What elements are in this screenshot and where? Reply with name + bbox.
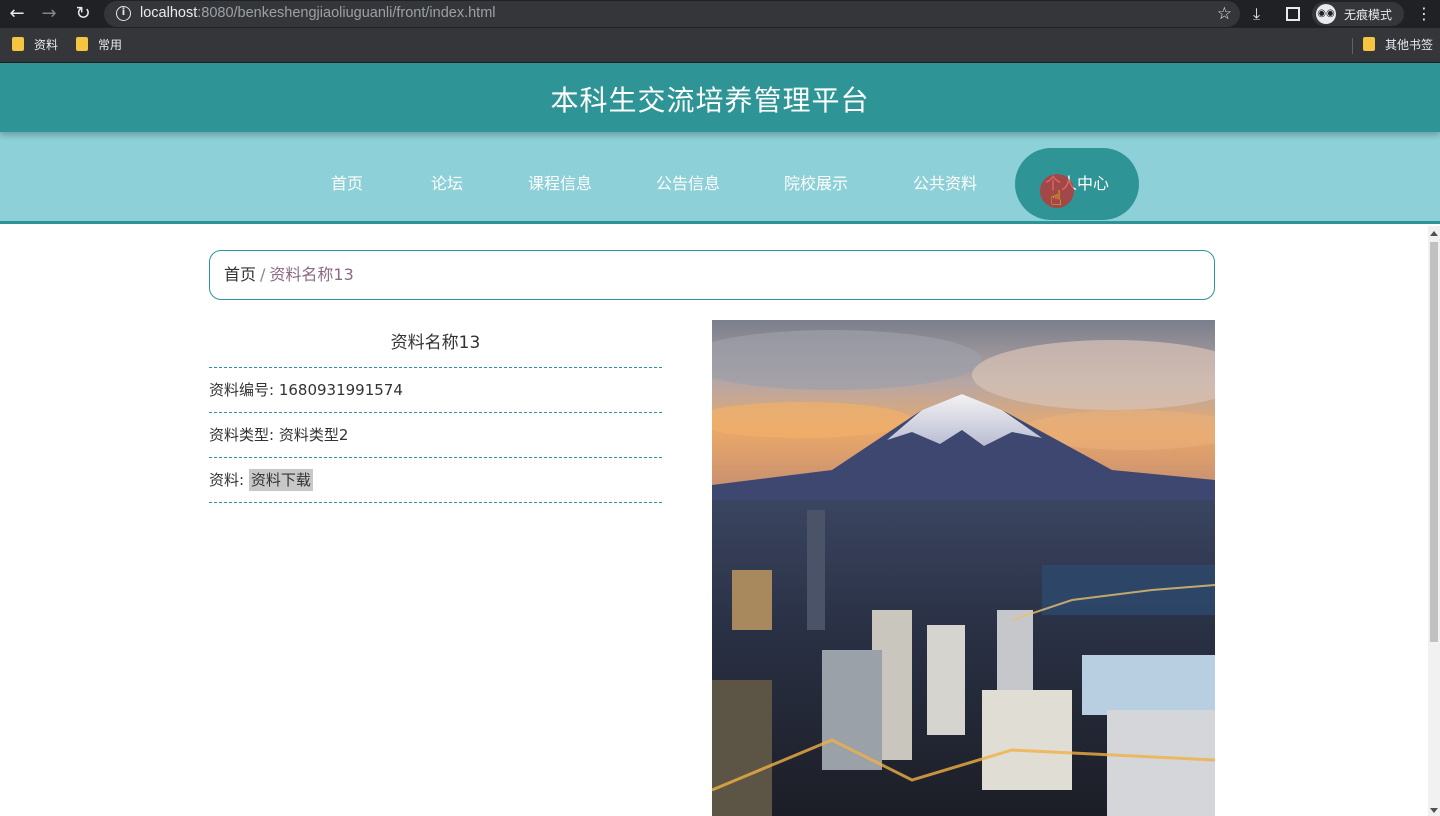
site-header: 本科生交流培养管理平台 [0, 63, 1440, 132]
bookmark-divider [1352, 38, 1353, 54]
bookmark-label: 资料 [34, 38, 59, 52]
main-nav: 首页 论坛 课程信息 公告信息 院校展示 公共资料 个人中心 [0, 132, 1440, 224]
bookmark-label: 常用 [98, 38, 123, 52]
url-host: localhost [140, 5, 198, 21]
site-title: 本科生交流培养管理平台 [550, 84, 870, 117]
bookmark-folder-1[interactable]: 资料 [12, 37, 58, 53]
incognito-badge[interactable]: ◉◉ 无痕模式 [1312, 2, 1404, 26]
reload-icon[interactable]: ↻ [72, 4, 94, 24]
material-number-row: 资料编号: 1680931991574 [209, 368, 662, 413]
bookmark-star-icon[interactable]: ☆ [1217, 4, 1232, 24]
side-panel-icon[interactable] [1286, 7, 1300, 21]
nav-schools[interactable]: 院校展示 [776, 148, 856, 220]
address-bar[interactable]: i localhost:8080/benkeshengjiaoliuguanli… [104, 1, 1240, 27]
url-text: localhost:8080/benkeshengjiaoliuguanli/f… [140, 5, 496, 21]
other-bookmarks[interactable]: 其他书签 [1363, 37, 1433, 53]
hand-cursor-icon: ☝ [1050, 186, 1063, 210]
nav-personal-center[interactable]: 个人中心 [1015, 148, 1139, 220]
material-type-value: 资料类型2 [278, 426, 349, 444]
breadcrumb-current: 资料名称13 [269, 265, 354, 284]
nav-public-materials[interactable]: 公共资料 [905, 148, 985, 220]
url-path: :8080/benkeshengjiaoliuguanli/front/inde… [197, 5, 496, 21]
material-image [712, 320, 1215, 816]
material-title: 资料名称13 [209, 320, 662, 368]
page-scrollbar[interactable] [1428, 226, 1440, 816]
browser-toolbar: ← → ↻ i localhost:8080/benkeshengjiaoliu… [0, 0, 1440, 28]
nav-announcements[interactable]: 公告信息 [648, 148, 728, 220]
breadcrumb-separator: / [260, 265, 266, 284]
material-file-label: 资料: [209, 471, 249, 489]
material-detail: 资料名称13 资料编号: 1680931991574 资料类型: 资料类型2 资… [209, 320, 662, 503]
scrollbar-thumb[interactable] [1430, 242, 1438, 642]
scroll-up-icon[interactable] [1430, 231, 1438, 236]
material-type-row: 资料类型: 资料类型2 [209, 413, 662, 458]
forward-icon[interactable]: → [38, 4, 60, 24]
site-info-icon[interactable]: i [116, 6, 131, 21]
menu-icon[interactable]: ⋮ [1416, 4, 1432, 24]
bookmark-folder-2[interactable]: 常用 [76, 37, 122, 53]
breadcrumb-home[interactable]: 首页 [224, 265, 256, 284]
bookmarks-bar: 资料 常用 其他书签 [0, 28, 1440, 63]
material-number-label: 资料编号: [209, 381, 279, 399]
material-type-label: 资料类型: [209, 426, 279, 444]
incognito-label: 无痕模式 [1344, 8, 1393, 22]
download-icon[interactable]: ⤓ [1253, 4, 1260, 24]
nav-course-info[interactable]: 课程信息 [520, 148, 600, 220]
nav-forum[interactable]: 论坛 [418, 148, 476, 220]
other-bookmarks-label: 其他书签 [1385, 38, 1434, 52]
back-icon[interactable]: ← [6, 4, 28, 24]
nav-home[interactable]: 首页 [318, 148, 376, 220]
material-file-row: 资料: 资料下载 [209, 458, 662, 503]
breadcrumb: 首页 / 资料名称13 [209, 250, 1215, 300]
folder-icon [12, 37, 24, 51]
folder-icon [1363, 37, 1375, 51]
download-link[interactable]: 资料下载 [248, 469, 313, 491]
material-number-value: 1680931991574 [278, 381, 403, 399]
incognito-icon: ◉◉ [1316, 4, 1336, 24]
scroll-down-icon[interactable] [1430, 808, 1438, 813]
folder-icon [76, 37, 88, 51]
